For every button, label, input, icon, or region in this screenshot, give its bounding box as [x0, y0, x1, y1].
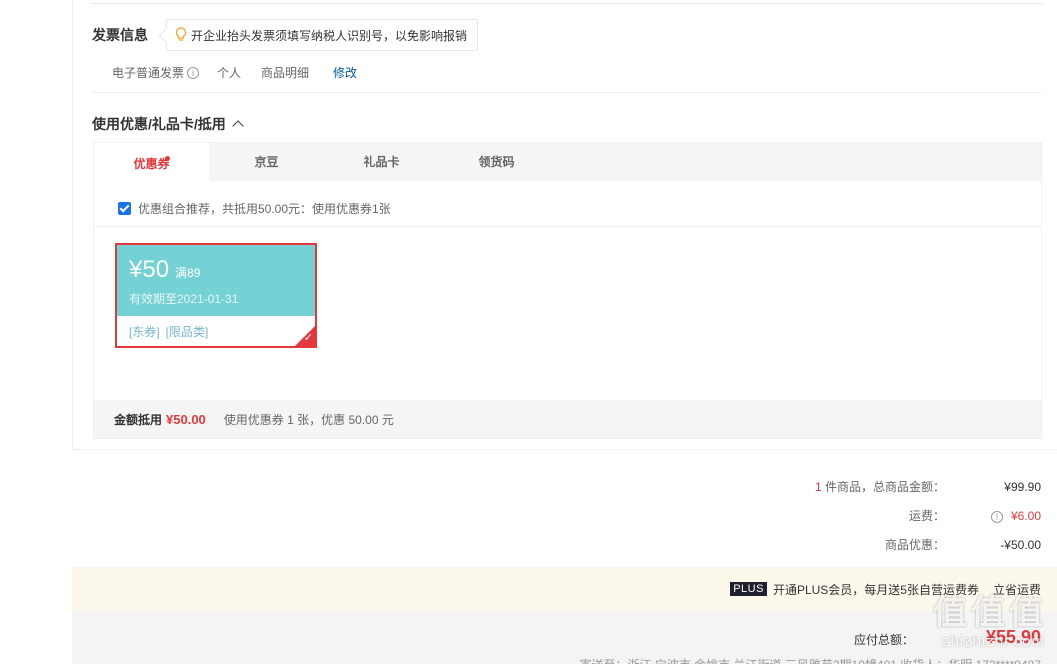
coupon-card[interactable]: ¥50 满89 有效期至2021-01-31 [东券] [限品类] ✓ — [115, 243, 317, 348]
items-value: ¥99.90 — [1004, 479, 1041, 494]
alert-icon[interactable]: ! — [990, 510, 1003, 523]
coupon-tag: [东券] — [129, 325, 160, 339]
invoice-edit-link[interactable]: 修改 — [333, 64, 357, 81]
coupon-summary: 金额抵用 ¥50.00 使用优惠券 1 张，优惠 50.00 元 — [94, 400, 1041, 438]
divider — [94, 226, 1041, 227]
invoice-person: 个人 — [217, 66, 242, 80]
coupon-tag: [限品类] — [165, 325, 209, 339]
coupon-section-title: 使用优惠/礼品卡/抵用 — [92, 116, 226, 132]
checkout-page: 发票信息 开企业抬头发票须填写纳税人识别号，以免影响报销 电子普通发票 i 个人… — [0, 0, 1057, 664]
watermark-site: zhizhizhi.com — [941, 633, 1045, 650]
order-totals: 1 件商品，总商品金额： ¥99.90 运费： ! ¥6.00 商品优惠： -¥5… — [701, 472, 1041, 559]
summary-detail: 使用优惠券 1 张，优惠 50.00 元 — [223, 412, 394, 427]
shipping-value-wrap: ! ¥6.00 — [969, 509, 1041, 523]
coupon-panel: 优惠券 京豆 礼品卡 领货码 优惠组合推荐，共抵用50.00元：使用优惠券1张 … — [93, 142, 1042, 439]
plus-banner: PLUS 开通PLUS会员，每月送5张自营运费券 立省运费 — [72, 567, 1057, 611]
shipping-label: 运费： — [908, 509, 945, 523]
shipping-value: ¥6.00 — [1010, 508, 1041, 523]
invoice-title: 发票信息 — [92, 27, 148, 43]
lightbulb-icon — [175, 27, 187, 43]
tab-label: 京豆 — [254, 155, 279, 169]
discount-value: -¥50.00 — [1000, 537, 1041, 552]
invoice-details: 电子普通发票 i 个人 商品明细 修改 — [112, 64, 377, 81]
coupon-expiry: 有效期至2021-01-31 — [129, 292, 239, 306]
coupon-amount-line: ¥50 满89 — [129, 255, 303, 288]
watermark-logo: 值值值 — [933, 594, 1047, 632]
recommend-text: 优惠组合推荐，共抵用50.00元：使用优惠券1张 — [138, 202, 391, 216]
recommend-checkbox[interactable] — [118, 202, 131, 215]
tab-coupons[interactable]: 优惠券 — [94, 143, 209, 181]
invoice-tip-text: 开企业抬头发票须填写纳税人识别号，以免影响报销 — [191, 28, 468, 43]
notification-dot — [165, 156, 170, 161]
coupon-condition: 满89 — [175, 266, 201, 280]
items-label: 1 件商品，总商品金额： — [725, 478, 945, 495]
discount-row: 商品优惠： -¥50.00 — [701, 530, 1041, 559]
check-icon: ✓ — [303, 332, 313, 344]
coupon-card-header: ¥50 满89 有效期至2021-01-31 — [117, 245, 315, 316]
chevron-up-icon — [232, 120, 244, 132]
invoice-content: 商品明细 — [261, 66, 310, 80]
divider — [92, 92, 1042, 93]
payment-bar: 应付总额： ¥55.90 寄送至：浙江 宁波市 余姚市 兰江街道 三风雅苑2期1… — [72, 611, 1057, 664]
total-items-row: 1 件商品，总商品金额： ¥99.90 — [701, 472, 1041, 501]
tab-redeem-code[interactable]: 领货码 — [439, 143, 554, 181]
summary-label: 金额抵用 — [114, 412, 163, 427]
item-count: 1 — [814, 480, 822, 494]
coupon-amount: ¥50 — [129, 256, 170, 283]
items-label-text: 件商品，总商品金额： — [824, 480, 945, 494]
coupon-tabs: 优惠券 京豆 礼品卡 领货码 — [94, 143, 1041, 181]
invoice-tip: 开企业抬头发票须填写纳税人识别号，以免影响报销 — [166, 19, 479, 51]
tab-jingdou[interactable]: 京豆 — [209, 143, 324, 181]
tab-gift-card[interactable]: 礼品卡 — [324, 143, 439, 181]
discount-label: 商品优惠： — [884, 538, 945, 552]
shipping-address: 寄送至：浙江 宁波市 余姚市 兰江街道 三风雅苑2期10幢401 收货人：华明 … — [580, 656, 1041, 664]
pay-label: 应付总额： — [853, 633, 914, 647]
plus-badge: PLUS — [730, 582, 767, 596]
divider — [92, 3, 1042, 4]
invoice-type: 电子普通发票 — [112, 66, 185, 80]
coupon-tags: [东券] [限品类] — [117, 316, 315, 347]
summary-amount: ¥50.00 — [166, 411, 206, 427]
coupon-section-toggle[interactable]: 使用优惠/礼品卡/抵用 — [92, 114, 244, 134]
recommend-row: 优惠组合推荐，共抵用50.00元：使用优惠券1张 — [118, 200, 391, 217]
tab-label: 礼品卡 — [363, 155, 400, 169]
tab-label: 领货码 — [478, 155, 515, 169]
shipping-row: 运费： ! ¥6.00 — [701, 501, 1041, 530]
info-icon[interactable]: i — [187, 66, 200, 79]
